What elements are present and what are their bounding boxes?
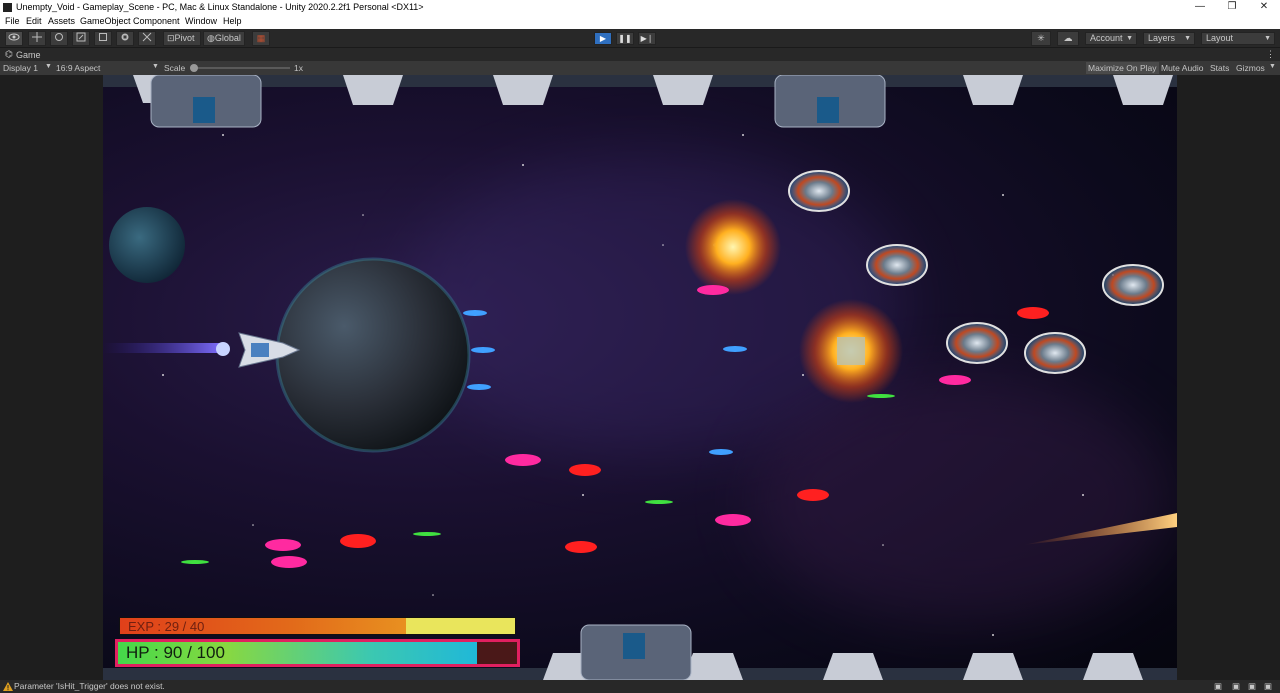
game-viewport[interactable]: EXP : 29 / 40 HP : 90 / 100 xyxy=(103,75,1177,680)
pause-icon: ❚❚ xyxy=(618,34,632,43)
kebab-menu-icon[interactable]: ⋮ xyxy=(1266,49,1275,60)
menu-window[interactable]: Window xyxy=(185,16,217,26)
progress-icon[interactable]: ▣ xyxy=(1248,681,1256,692)
hp-bar: HP : 90 / 100 xyxy=(115,639,520,667)
layout-label: Layout xyxy=(1206,33,1234,43)
menu-component[interactable]: Component xyxy=(133,16,180,26)
menu-assets[interactable]: Assets xyxy=(48,16,75,26)
grid-snap-icon: ▦ xyxy=(256,33,266,43)
menu-edit[interactable]: Edit xyxy=(26,16,42,26)
cache-server-icon[interactable]: ▣ xyxy=(1232,681,1240,692)
global-label: Global xyxy=(214,33,241,43)
game-view-toolbar: Display 1 ▼ 16:9 Aspect ▼ Scale 1x Maxim… xyxy=(0,61,1280,75)
sparkle-icon: ✳ xyxy=(1037,33,1045,43)
account-dropdown[interactable]: Account ▼ xyxy=(1085,32,1137,45)
transform-icon xyxy=(121,33,129,41)
menu-bar: File Edit Assets GameObject Component Wi… xyxy=(0,15,1280,29)
layers-label: Layers xyxy=(1148,33,1176,43)
tab-game[interactable]: Game xyxy=(16,50,41,60)
explosion xyxy=(685,199,781,295)
snap-grid-button[interactable]: ▦ xyxy=(252,31,270,46)
display-dropdown[interactable]: Display 1 xyxy=(3,63,38,73)
services-button[interactable]: ✳ xyxy=(1031,31,1051,46)
game-tab-bar: ⌬ Game ⋮ xyxy=(0,48,1280,61)
gamepad-icon: ⌬ xyxy=(5,49,13,59)
chevron-down-icon: ▼ xyxy=(45,63,52,70)
pivot-label: Pivot xyxy=(174,33,195,43)
play-icon: ▶ xyxy=(599,34,607,43)
scale-value: 1x xyxy=(294,63,303,73)
play-button[interactable]: ▶ xyxy=(594,32,612,45)
small-planet xyxy=(109,207,185,283)
main-toolbar: ⊡Pivot ◍Global ▦ ▶ ❚❚ ▶❘ ✳ ☁ Account ▼ La… xyxy=(0,29,1280,48)
collab-icon[interactable]: ▣ xyxy=(1264,681,1272,692)
eye-icon xyxy=(8,33,20,41)
aspect-dropdown[interactable]: 16:9 Aspect xyxy=(56,63,100,73)
pivot-icon: ⊡ xyxy=(167,33,175,43)
scale-label: Scale xyxy=(164,63,186,73)
menu-help[interactable]: Help xyxy=(223,16,242,26)
scale-icon xyxy=(76,32,86,42)
menu-file[interactable]: File xyxy=(5,16,20,26)
menu-gameobject[interactable]: GameObject xyxy=(80,16,131,26)
unity-app-icon xyxy=(3,3,12,12)
rotate-tool-button[interactable] xyxy=(50,31,68,46)
exp-text: EXP : 29 / 40 xyxy=(128,619,205,634)
tools-icon xyxy=(142,32,152,42)
scale-slider-thumb[interactable] xyxy=(190,64,198,72)
status-message: Parameter 'IsHit_Trigger' does not exist… xyxy=(14,681,165,691)
player-ship xyxy=(103,332,301,368)
warning-icon xyxy=(3,682,13,691)
view-tool-button[interactable] xyxy=(5,31,23,46)
layout-dropdown[interactable]: Layout ▼ xyxy=(1201,32,1275,45)
rotate-icon xyxy=(55,33,63,41)
hp-text: HP : 90 / 100 xyxy=(126,643,225,662)
chevron-down-icon: ▼ xyxy=(1269,63,1276,70)
move-icon xyxy=(32,32,42,42)
move-tool-button[interactable] xyxy=(28,31,46,46)
close-button[interactable]: ✕ xyxy=(1248,0,1280,15)
auto-generate-lighting-icon[interactable]: ▣ xyxy=(1214,681,1222,692)
comet-streak xyxy=(1023,513,1177,545)
restore-button[interactable]: ❐ xyxy=(1216,0,1248,15)
scale-slider[interactable] xyxy=(190,64,290,72)
gizmos-toggle[interactable]: Gizmos xyxy=(1236,63,1265,73)
maximize-on-play-toggle[interactable]: Maximize On Play xyxy=(1086,62,1159,74)
cloud-button[interactable]: ☁ xyxy=(1057,31,1079,46)
chevron-down-icon: ▼ xyxy=(1184,35,1191,42)
pause-button[interactable]: ❚❚ xyxy=(616,32,634,45)
rect-tool-button[interactable] xyxy=(94,31,112,46)
mute-audio-toggle[interactable]: Mute Audio xyxy=(1161,63,1204,73)
minimize-button[interactable]: — xyxy=(1184,0,1216,15)
layers-dropdown[interactable]: Layers ▼ xyxy=(1143,32,1195,45)
station-top xyxy=(103,75,1177,128)
chevron-down-icon: ▼ xyxy=(1126,35,1133,42)
exp-bar: EXP : 29 / 40 xyxy=(119,617,516,635)
step-icon: ▶❘ xyxy=(640,34,654,43)
global-toggle[interactable]: ◍Global xyxy=(203,31,245,46)
console-status-bar[interactable]: Parameter 'IsHit_Trigger' does not exist… xyxy=(0,680,1280,693)
globe-icon: ◍ xyxy=(207,33,215,43)
chevron-down-icon: ▼ xyxy=(152,63,159,70)
explosion-core xyxy=(837,337,865,365)
account-label: Account xyxy=(1090,33,1123,43)
transform-tool-button[interactable] xyxy=(116,31,134,46)
window-title: Unempty_Void - Gameplay_Scene - PC, Mac … xyxy=(16,2,424,12)
stats-toggle[interactable]: Stats xyxy=(1210,63,1229,73)
step-button[interactable]: ▶❘ xyxy=(638,32,656,45)
chevron-down-icon: ▼ xyxy=(1264,35,1271,42)
cloud-icon: ☁ xyxy=(1063,33,1073,43)
pivot-toggle[interactable]: ⊡Pivot xyxy=(163,31,201,46)
rect-tool-icon xyxy=(99,33,107,41)
scale-tool-button[interactable] xyxy=(72,31,90,46)
custom-tool-button[interactable] xyxy=(138,31,156,46)
game-scene xyxy=(103,75,1177,680)
title-bar: Unempty_Void - Gameplay_Scene - PC, Mac … xyxy=(0,0,1280,15)
large-planet xyxy=(275,257,471,453)
